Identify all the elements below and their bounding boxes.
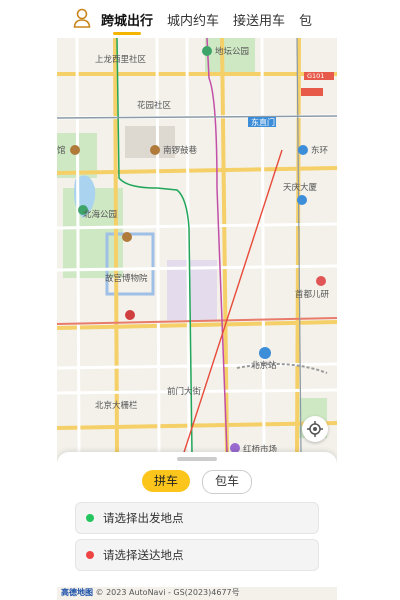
app-screen: 跨城出行 城内约车 接送用车 包 地坛公园 上龙西里社区 花园社区 南锣鼓巷 馆… — [57, 0, 337, 600]
tab-city-ride[interactable]: 城内约车 — [167, 10, 219, 35]
carpool-button[interactable]: 拼车 — [142, 470, 190, 492]
tab-pickup[interactable]: 接送用车 — [233, 10, 285, 35]
destination-placeholder: 请选择送达地点 — [103, 548, 184, 562]
label-dongsi: 东环 — [311, 145, 329, 156]
label-dashilan: 北京大栅栏 — [95, 400, 138, 411]
label-gugong: 故宫博物院 — [105, 273, 148, 284]
booking-panel: 拼车 包车 请选择出发地点 请选择送达地点 — [57, 452, 337, 587]
green-dot-icon — [86, 514, 94, 522]
label-tianxia: 天庆大厦 — [283, 182, 318, 193]
red-dot-icon — [86, 551, 94, 559]
tab-charter[interactable]: 包 — [299, 10, 312, 35]
tab-intercity[interactable]: 跨城出行 — [101, 10, 153, 35]
label-g101: G101 — [307, 72, 324, 80]
label-shanglong: 上龙西里社区 — [95, 54, 147, 65]
label-qianmen: 前门大街 — [167, 386, 202, 397]
departure-field[interactable]: 请选择出发地点 — [75, 502, 319, 534]
copyright-text: © 2023 AutoNavi - GS(2023)4677号 — [95, 588, 240, 597]
amap-logo: 高德地图 — [61, 588, 93, 597]
tab-list: 跨城出行 城内约车 接送用车 包 — [101, 10, 312, 35]
label-beijingzhan: 北京站 — [251, 360, 277, 371]
label-dongzhimen: 东直门 — [251, 117, 275, 127]
label-guan: 馆 — [57, 145, 66, 156]
crosshair-icon — [307, 421, 323, 437]
ride-mode-toggle: 拼车 包车 — [57, 470, 337, 494]
label-ditan: 地坛公园 — [215, 46, 249, 57]
charter-button[interactable]: 包车 — [202, 470, 252, 494]
drag-handle[interactable] — [177, 457, 217, 461]
label-beihai: 北海公园 — [83, 209, 117, 220]
label-nanluo: 南锣鼓巷 — [163, 145, 198, 156]
destination-field[interactable]: 请选择送达地点 — [75, 539, 319, 571]
map-attribution: 高德地图 © 2023 AutoNavi - GS(2023)4677号 — [57, 587, 337, 600]
locate-me-button[interactable] — [302, 416, 328, 442]
top-tab-bar: 跨城出行 城内约车 接送用车 包 — [57, 0, 337, 38]
label-huayuan: 花园社区 — [137, 100, 172, 111]
label-shoudu: 首都儿研 — [295, 289, 330, 300]
user-avatar-icon[interactable] — [73, 8, 91, 28]
departure-placeholder: 请选择出发地点 — [103, 511, 184, 525]
